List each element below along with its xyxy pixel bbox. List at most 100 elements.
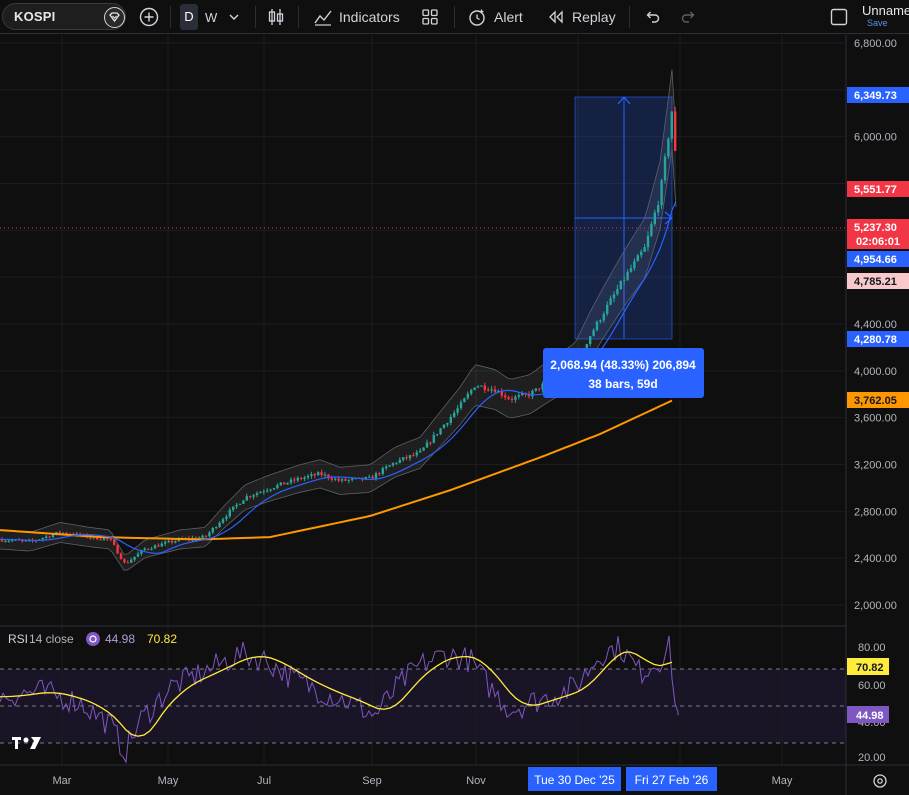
- candle-body: [374, 473, 378, 479]
- time-label: Jul: [257, 775, 271, 787]
- candle-body: [7, 540, 10, 542]
- candle-body: [507, 397, 510, 400]
- candle-body: [174, 541, 177, 543]
- candle-body: [313, 474, 316, 476]
- price-tag-value: 4,785.21: [854, 276, 897, 288]
- candle-body: [296, 477, 299, 481]
- candle-body: [113, 539, 116, 545]
- candle-body: [211, 527, 214, 533]
- candle-body: [453, 412, 456, 417]
- candle-body: [623, 279, 626, 281]
- candle-body: [667, 138, 670, 157]
- rsi-tick-label: 60.00: [858, 680, 886, 692]
- price-tick-label: 2,400.00: [854, 553, 897, 565]
- candle-body: [402, 457, 405, 460]
- candle-body: [517, 395, 520, 397]
- candle-body: [215, 527, 218, 529]
- candle-body: [133, 556, 136, 560]
- candle-body: [340, 479, 344, 481]
- candle-body: [293, 479, 296, 481]
- candle-body: [147, 548, 150, 550]
- candle-body: [4, 540, 7, 542]
- rsi-settings-icon[interactable]: [86, 632, 100, 646]
- candle-body: [337, 478, 340, 481]
- candle-body: [391, 462, 395, 466]
- candle-body: [653, 212, 656, 225]
- candle-body: [534, 388, 537, 391]
- candle-body: [279, 482, 282, 485]
- candle-body: [643, 247, 646, 252]
- candle-body: [334, 478, 337, 480]
- candle-body: [119, 553, 123, 560]
- candle-body: [388, 465, 391, 467]
- price-tick-label: 2,000.00: [854, 600, 897, 612]
- candle-body: [204, 535, 208, 537]
- candle-body: [626, 271, 629, 280]
- candle-body: [650, 224, 653, 236]
- candle-body: [310, 474, 313, 476]
- candle-body: [378, 473, 381, 475]
- rsi-title: RSI: [8, 632, 28, 646]
- chart-canvas[interactable]: 2,068.94 (48.33%) 206,894 38 bars, 59d R…: [0, 0, 909, 795]
- candle-body: [58, 532, 61, 534]
- price-tag-countdown: 02:06:01: [856, 236, 900, 248]
- rsi-band-background: [0, 669, 846, 743]
- candle-body: [514, 396, 517, 400]
- candle-body: [592, 330, 595, 337]
- time-label: Nov: [466, 775, 486, 787]
- price-tick-label: 2,800.00: [854, 506, 897, 518]
- candle-body: [619, 280, 622, 290]
- candle-body: [167, 540, 170, 543]
- candle-body: [381, 468, 384, 475]
- candle-body: [419, 450, 422, 453]
- rsi-value: 44.98: [105, 632, 135, 646]
- candle-body: [429, 442, 432, 444]
- candle-body: [286, 482, 289, 485]
- rsi-tick-label: 20.00: [858, 752, 886, 764]
- candle-body: [245, 496, 248, 501]
- price-tag: 5,237.30 02:06:01: [847, 219, 909, 249]
- price-tick-label: 4,400.00: [854, 319, 897, 331]
- price-tick-label: 3,600.00: [854, 413, 897, 425]
- candle-body: [395, 462, 398, 464]
- time-label: Mar: [53, 775, 72, 787]
- candle-body: [116, 544, 119, 554]
- candle-body: [300, 477, 303, 479]
- candle-body: [130, 559, 133, 563]
- candle-body: [609, 298, 612, 305]
- time-label: Sep: [362, 775, 382, 787]
- candle-body: [616, 289, 619, 295]
- candle-body: [320, 472, 323, 476]
- candle-body: [249, 496, 252, 498]
- candle-body: [232, 506, 235, 510]
- candle-body: [235, 504, 238, 507]
- candle-body: [439, 428, 442, 435]
- candle-body: [463, 398, 466, 403]
- candle-body: [259, 491, 262, 494]
- candle-body: [208, 532, 211, 537]
- candle-body: [470, 389, 473, 394]
- rsi-params: 14 close: [29, 632, 74, 646]
- price-tag-value: 3,762.05: [854, 395, 897, 407]
- candle-body: [344, 479, 347, 481]
- price-tick-label: 4,000.00: [854, 366, 897, 378]
- price-tag: 4,280.78: [847, 331, 909, 347]
- candle-body: [276, 484, 279, 489]
- candle-body: [255, 493, 259, 496]
- time-axis[interactable]: Mar May Jul Sep Nov May Tue 30 Dec '25 Fri 27 F…: [53, 767, 793, 791]
- candle-body: [272, 488, 276, 490]
- candle-body: [405, 457, 408, 459]
- candle-body: [459, 402, 463, 409]
- candle-body: [670, 111, 673, 139]
- candle-body: [425, 442, 429, 448]
- rsi-tag-value: 44.98: [856, 710, 884, 722]
- price-tag-value: 4,280.78: [854, 334, 897, 346]
- candle-body: [238, 503, 242, 505]
- candle-body: [242, 500, 245, 504]
- candle-body: [89, 537, 92, 539]
- candle-body: [351, 478, 354, 480]
- candle-body: [170, 540, 174, 543]
- rsi-tick-label: 80.00: [858, 642, 886, 654]
- candle-body: [347, 479, 350, 481]
- candle-body: [126, 562, 129, 564]
